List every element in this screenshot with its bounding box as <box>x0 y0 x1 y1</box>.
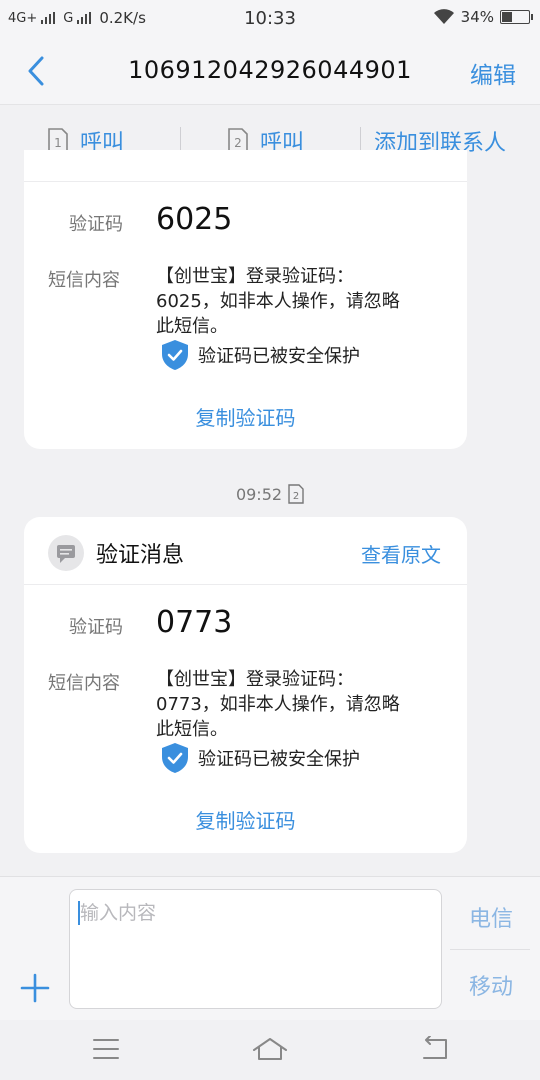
content-line: 【创世宝】登录验证码： <box>156 669 354 690</box>
content-line: 【创世宝】登录验证码： <box>156 266 354 287</box>
message-content: 【创世宝】登录验证码： 0773，如非本人操作，请忽略 此短信。 <box>156 667 456 742</box>
content-label: 短信内容 <box>48 673 120 694</box>
verification-card-1: 验证码 6025 短信内容 【创世宝】登录验证码： 6025，如非本人操作，请忽… <box>24 150 467 449</box>
code-label: 验证码 <box>69 617 123 638</box>
svg-text:1: 1 <box>54 136 62 150</box>
timestamp-time: 09:52 <box>235 484 283 504</box>
back-icon[interactable] <box>420 1036 450 1062</box>
copy-code-button[interactable]: 复制验证码 <box>24 402 467 431</box>
back-chevron-icon[interactable] <box>22 54 52 88</box>
battery-icon <box>500 10 533 24</box>
send-sim1-button[interactable]: 电信 <box>452 901 530 933</box>
content-label: 短信内容 <box>48 270 120 291</box>
card-header: 验证消息 查看原文 <box>24 517 467 585</box>
message-input[interactable] <box>69 889 442 1009</box>
code-label: 验证码 <box>69 214 123 235</box>
verification-code: 6025 <box>156 202 233 237</box>
divider <box>450 949 530 950</box>
content-line: 6025，如非本人操作，请忽略 <box>156 291 400 312</box>
svg-text:2: 2 <box>293 491 299 502</box>
protect-text: 验证码已被安全保护 <box>198 346 360 367</box>
content-line: 此短信。 <box>156 316 228 337</box>
composer: 电信 移动 <box>0 876 540 1020</box>
edit-button[interactable]: 编辑 <box>470 56 516 90</box>
verification-code: 0773 <box>156 605 233 640</box>
message-icon <box>48 535 84 571</box>
protect-text: 验证码已被安全保护 <box>198 749 360 770</box>
menu-icon[interactable] <box>92 1036 120 1062</box>
content-line: 此短信。 <box>156 719 228 740</box>
verification-card-2: 验证消息 查看原文 验证码 0773 短信内容 【创世宝】登录验证码： 0773… <box>24 517 467 853</box>
card-title: 验证消息 <box>96 543 185 568</box>
status-bar: 4G+ G 0.2K/s 10:33 34% <box>0 0 540 36</box>
send-sim2-button[interactable]: 移动 <box>452 969 530 1001</box>
security-protection-note: 验证码已被安全保护 <box>160 338 360 372</box>
view-original-button[interactable]: 查看原文 <box>361 539 441 568</box>
sim-card-2-icon: 2 <box>288 484 304 504</box>
status-right: 34% <box>433 8 533 26</box>
copy-code-button[interactable]: 复制验证码 <box>24 805 467 834</box>
conversation-title: 106912042926044901 <box>128 56 412 84</box>
security-protection-note: 验证码已被安全保护 <box>160 741 360 775</box>
svg-text:2: 2 <box>234 136 242 150</box>
text-caret <box>78 901 80 925</box>
system-navigation-bar <box>0 1020 540 1080</box>
card-divider <box>24 181 467 182</box>
message-timestamp: 09:52 2 <box>0 484 540 504</box>
wifi-icon <box>433 9 454 24</box>
shield-check-icon <box>162 743 188 773</box>
message-content: 【创世宝】登录验证码： 6025，如非本人操作，请忽略 此短信。 <box>156 264 456 339</box>
battery-percent: 34% <box>460 8 494 26</box>
plus-icon[interactable] <box>18 971 52 1005</box>
conversation-header: 106912042926044901 编辑 <box>0 36 540 104</box>
content-line: 0773，如非本人操作，请忽略 <box>156 694 400 715</box>
home-icon[interactable] <box>252 1036 288 1062</box>
shield-check-icon <box>162 340 188 370</box>
